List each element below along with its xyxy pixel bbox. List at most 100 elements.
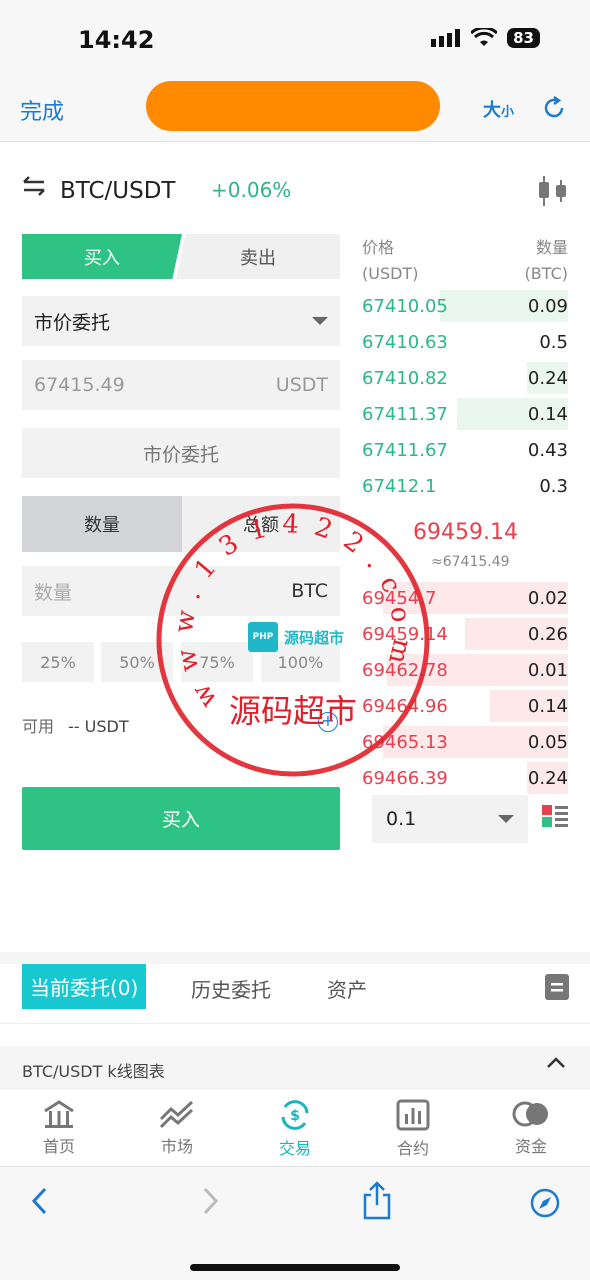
ask-row[interactable]: 69454.7 0.02: [362, 582, 568, 614]
bid-price: 67410.05: [362, 296, 448, 317]
price-unit: USDT: [275, 374, 328, 396]
ask-qty: 0.26: [527, 624, 568, 645]
chevron-down-icon: [498, 815, 514, 823]
ask-qty: 0.02: [527, 588, 568, 609]
address-bar[interactable]: [146, 81, 440, 131]
nav-home[interactable]: 首页: [19, 1099, 99, 1157]
percent-25-button[interactable]: 25%: [22, 642, 94, 682]
home-indicator: [190, 1264, 400, 1271]
available-value: -- USDT: [68, 717, 129, 736]
qty-header: 数量: [535, 238, 568, 257]
stamp-main-text: 源码超市: [229, 692, 357, 730]
ask-price: 69466.39: [362, 768, 448, 789]
bid-qty: 0.09: [527, 296, 568, 317]
ask-price: 69464.96: [362, 696, 448, 717]
available-balance: 可用 -- USDT: [22, 713, 129, 737]
status-time: 14:42: [78, 26, 155, 54]
price-field[interactable]: 67415.49 USDT: [22, 360, 340, 410]
bid-row[interactable]: 67410.05 0.09: [362, 290, 568, 322]
available-label: 可用: [22, 717, 55, 736]
amount-unit: BTC: [291, 580, 328, 602]
ask-price: 69459.14: [362, 624, 448, 645]
text-size-button[interactable]: 大小: [483, 96, 514, 122]
percent-100-button[interactable]: 100%: [261, 642, 340, 682]
market-order-button[interactable]: 市价委托: [22, 428, 340, 478]
ask-row[interactable]: 69466.39 0.24: [362, 762, 568, 794]
ask-price: 69462.78: [362, 660, 448, 681]
market-trend-icon: [159, 1100, 194, 1129]
order-type-value: 市价委托: [34, 311, 111, 334]
status-bar: 14:42 83: [0, 0, 590, 76]
approx-price: ≈67415.49: [431, 554, 510, 570]
nav-home-label: 首页: [42, 1137, 75, 1156]
back-arrow-icon[interactable]: [30, 1185, 50, 1217]
amount-placeholder: 数量: [34, 581, 73, 604]
order-type-select[interactable]: 市价委托: [22, 296, 340, 346]
qty-unit-header: (BTC): [524, 264, 568, 283]
kline-toggle[interactable]: BTC/USDT k线图表: [0, 1046, 590, 1088]
swap-icon[interactable]: [22, 174, 46, 198]
tab-assets[interactable]: 资产: [327, 974, 367, 1003]
ask-qty: 0.24: [527, 768, 568, 789]
home-icon: [44, 1100, 74, 1128]
nav-funds-label: 资金: [514, 1137, 547, 1156]
bid-qty: 0.5: [539, 332, 568, 353]
ask-row[interactable]: 69465.13 0.05: [362, 726, 568, 758]
pair-name[interactable]: BTC/USDT: [60, 178, 175, 204]
bid-price: 67410.82: [362, 368, 448, 389]
add-funds-icon[interactable]: +: [318, 712, 338, 732]
document-icon[interactable]: [545, 974, 569, 1000]
nav-trade-label: 交易: [278, 1139, 311, 1158]
nav-trade[interactable]: $ 交易: [255, 1099, 335, 1159]
bid-price: 67410.63: [362, 332, 448, 353]
compass-icon[interactable]: [529, 1187, 561, 1219]
nav-funds[interactable]: 资金: [491, 1099, 571, 1157]
ask-row[interactable]: 69459.14 0.26: [362, 618, 568, 650]
reload-icon[interactable]: [540, 94, 568, 122]
quantity-tab[interactable]: 数量: [22, 496, 182, 552]
nav-market[interactable]: 市场: [137, 1099, 217, 1157]
buy-tab[interactable]: 买入: [22, 234, 182, 279]
ask-qty: 0.05: [527, 732, 568, 753]
bid-qty: 0.43: [527, 440, 568, 461]
nav-contract-label: 合约: [396, 1139, 429, 1158]
ask-row[interactable]: 69462.78 0.01: [362, 654, 568, 686]
browser-top-bar: 完成 大小: [0, 76, 590, 142]
bid-row[interactable]: 67412.1 0.3: [362, 470, 568, 502]
share-icon[interactable]: [362, 1181, 392, 1221]
tab-history-orders[interactable]: 历史委托: [191, 974, 271, 1003]
battery-icon: 83: [507, 28, 540, 48]
candlestick-icon[interactable]: [536, 174, 570, 208]
bid-price: 67411.67: [362, 440, 448, 461]
orders-tabs: 当前委托(0) 历史委托 资产: [0, 964, 590, 1024]
bid-row[interactable]: 67411.37 0.14: [362, 398, 568, 430]
cellular-signal-icon: [431, 29, 461, 47]
orderbook-layout-icon[interactable]: [542, 805, 568, 827]
nav-contract[interactable]: 合约: [373, 1099, 453, 1159]
sell-tab[interactable]: 卖出: [176, 234, 340, 279]
ask-qty: 0.01: [527, 660, 568, 681]
bid-row[interactable]: 67410.82 0.24: [362, 362, 568, 394]
bid-qty: 0.24: [527, 368, 568, 389]
amount-input[interactable]: 数量 BTC: [22, 566, 340, 616]
percent-75-button[interactable]: 75%: [181, 642, 253, 682]
bid-row[interactable]: 67410.63 0.5: [362, 326, 568, 358]
ask-price: 69465.13: [362, 732, 448, 753]
funds-coins-icon: [512, 1101, 548, 1127]
bid-row[interactable]: 67411.67 0.43: [362, 434, 568, 466]
percent-50-button[interactable]: 50%: [101, 642, 173, 682]
bottom-nav: 首页 市场 $ 交易 合约 资金: [0, 1088, 590, 1166]
tab-current-orders[interactable]: 当前委托(0): [22, 964, 147, 1009]
chevron-up-icon: [547, 1057, 565, 1068]
price-header: 价格: [362, 238, 395, 257]
nav-market-label: 市场: [160, 1137, 193, 1156]
depth-select[interactable]: 0.1: [372, 795, 528, 843]
bid-price: 67412.1: [362, 476, 437, 497]
done-button[interactable]: 完成: [20, 94, 64, 126]
forward-arrow-icon[interactable]: [200, 1185, 220, 1217]
buy-button[interactable]: 买入: [22, 787, 340, 850]
contract-chart-icon: [396, 1099, 430, 1131]
total-tab[interactable]: 总额: [182, 496, 340, 552]
status-icons: 83: [431, 28, 540, 48]
ask-row[interactable]: 69464.96 0.14: [362, 690, 568, 722]
